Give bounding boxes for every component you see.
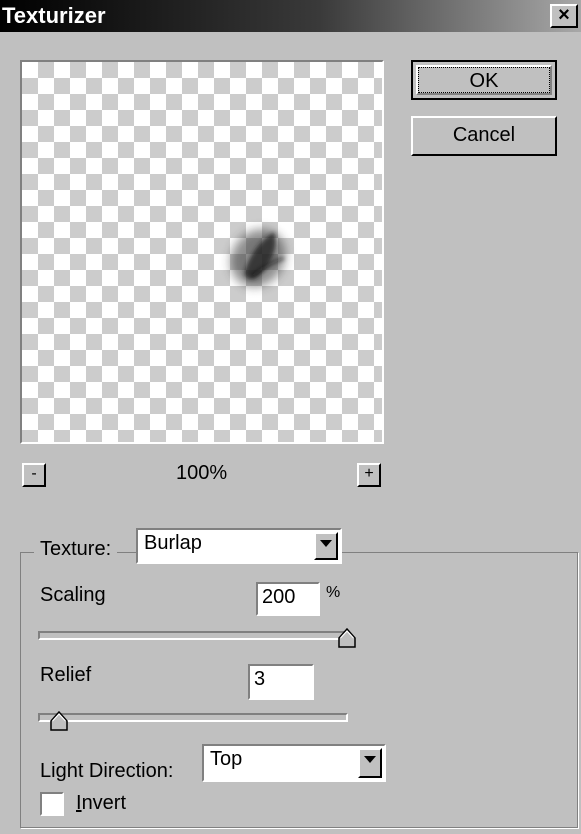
close-icon: × (558, 4, 570, 26)
light-direction-dropdown[interactable]: Top (202, 744, 386, 782)
relief-slider-handle[interactable] (49, 710, 69, 732)
chevron-down-icon[interactable] (314, 532, 338, 560)
invert-checkbox[interactable] (40, 792, 64, 816)
zoom-level: 100% (176, 462, 228, 484)
scaling-slider-track[interactable] (38, 631, 348, 640)
scaling-input[interactable]: 200 (256, 582, 320, 616)
zoom-out-button[interactable]: - (22, 463, 46, 487)
scaling-label: Scaling (40, 584, 106, 606)
cancel-button[interactable]: Cancel (411, 116, 557, 156)
zoom-in-button[interactable]: + (357, 463, 381, 487)
scaling-unit: % (326, 584, 341, 601)
texture-blob-image (230, 229, 286, 287)
title-bar: Texturizer × (0, 0, 581, 32)
relief-label: Relief (40, 664, 92, 686)
texture-value: Burlap (144, 532, 202, 554)
relief-input[interactable]: 3 (248, 664, 314, 700)
chevron-down-icon[interactable] (358, 748, 382, 778)
light-direction-label: Light Direction: (40, 760, 174, 782)
texture-label: Texture: (34, 538, 118, 561)
texture-dropdown[interactable]: Burlap (136, 528, 342, 564)
ok-button[interactable]: OK (411, 60, 557, 100)
window-title: Texturizer (2, 3, 106, 28)
preview-canvas[interactable] (20, 60, 384, 444)
light-direction-value: Top (210, 748, 243, 770)
scaling-slider-handle[interactable] (337, 627, 357, 649)
ok-label: OK (418, 67, 550, 93)
invert-label[interactable]: Invert (76, 792, 126, 815)
relief-slider-track[interactable] (38, 713, 348, 722)
invert-label-rest: nvert (81, 792, 127, 814)
close-button[interactable]: × (550, 4, 578, 28)
